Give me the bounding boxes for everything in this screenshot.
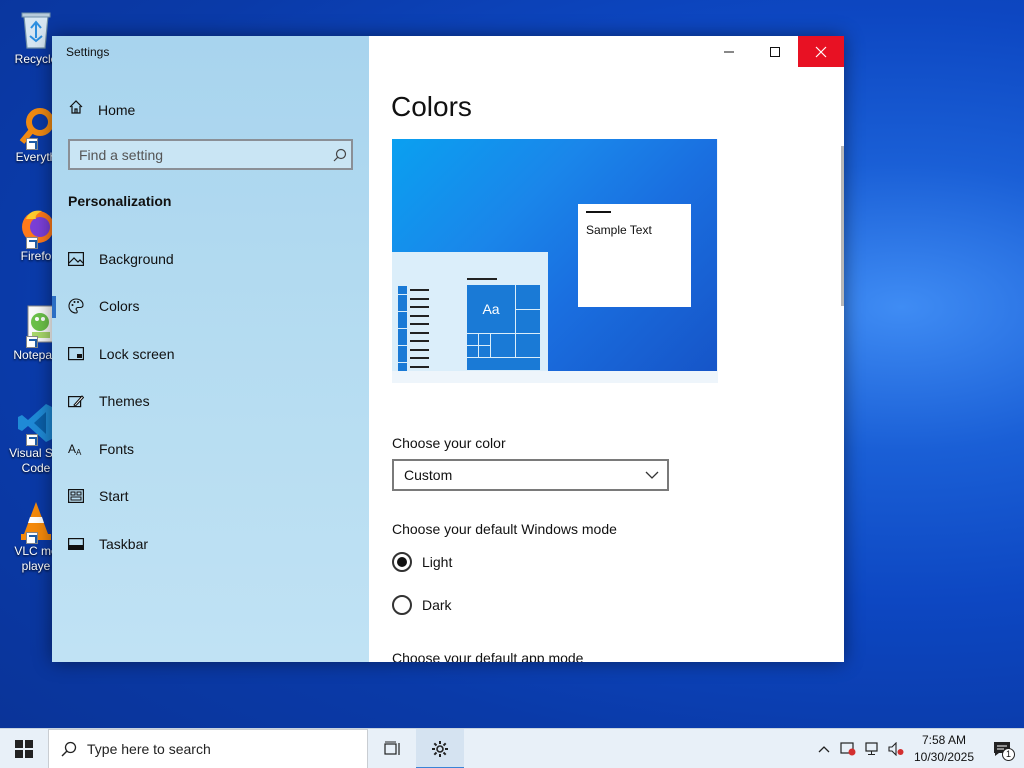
find-setting-input[interactable] (79, 146, 329, 163)
preview-tile-aa: Aa (467, 285, 515, 333)
taskbar-search-box[interactable]: Type here to search (48, 728, 368, 768)
nav-list: Background Colors Lock screen Themes A A… (52, 235, 369, 568)
windows-mode-label: Choose your default Windows mode (392, 521, 617, 537)
window-title: Settings (66, 45, 110, 59)
nav-home[interactable]: Home (68, 99, 135, 120)
home-icon (68, 99, 84, 120)
preview-app-list (398, 286, 429, 371)
content-pane: Colors Aa Sample Text Choose your color … (369, 36, 844, 662)
vlc-cone-icon (16, 500, 56, 544)
radio-dark[interactable] (392, 595, 412, 615)
app-mode-label: Choose your default app mode (392, 650, 584, 662)
windows-logo-icon (15, 739, 33, 758)
vscode-icon (16, 402, 56, 446)
nav-item-colors[interactable]: Colors (52, 283, 369, 331)
nav-item-label: Fonts (99, 440, 135, 457)
navigation-pane: Settings Home Personalization (52, 36, 369, 662)
nav-item-label: Start (99, 488, 129, 505)
system-tray: 7:58 AM 10/30/2025 1 (812, 729, 1024, 768)
taskbar-settings-app[interactable] (416, 728, 464, 768)
nav-item-lock-screen[interactable]: Lock screen (52, 330, 369, 378)
task-view-icon (384, 741, 400, 755)
search-icon (329, 148, 351, 162)
preview-tiles: Aa (467, 285, 542, 371)
nav-item-start[interactable]: Start (52, 473, 369, 521)
clock-date: 10/30/2025 (913, 750, 975, 764)
start-icon (68, 488, 84, 504)
nav-item-fonts[interactable]: AA Fonts (52, 425, 369, 473)
radio-light-label: Light (422, 554, 453, 570)
palette-icon (68, 298, 84, 314)
radio-dark-label: Dark (422, 597, 452, 613)
maximize-button[interactable] (752, 36, 798, 67)
nav-item-background[interactable]: Background (52, 235, 369, 283)
minimize-button[interactable] (706, 36, 752, 67)
radio-light[interactable] (392, 552, 412, 572)
choose-color-label: Choose your color (392, 435, 506, 451)
action-center-button[interactable]: 1 (980, 729, 1024, 768)
taskbar-clock[interactable]: 7:58 AM 10/30/2025 (908, 732, 980, 766)
svg-text:A: A (76, 448, 82, 457)
shortcut-arrow-icon (26, 532, 38, 544)
nav-item-label: Themes (99, 393, 150, 410)
choose-color-value: Custom (404, 467, 453, 483)
close-button[interactable] (798, 36, 844, 67)
find-setting-search[interactable] (68, 139, 353, 170)
nav-item-themes[interactable]: Themes (52, 378, 369, 426)
nav-item-label: Taskbar (99, 535, 149, 552)
chevron-down-icon (637, 471, 667, 479)
content-scrollbar[interactable] (841, 146, 844, 306)
windows-mode-dark[interactable]: Dark (392, 595, 452, 615)
taskbar-search-placeholder: Type here to search (87, 740, 211, 757)
nav-item-taskbar[interactable]: Taskbar (52, 520, 369, 568)
gear-icon (432, 740, 448, 757)
security-tray-button[interactable] (836, 729, 860, 768)
taskbar-icon (68, 536, 84, 552)
search-icon (61, 741, 77, 756)
chevron-up-icon (818, 746, 830, 753)
choose-color-dropdown[interactable]: Custom (392, 459, 669, 491)
clock-time: 7:58 AM (921, 733, 967, 747)
fonts-icon: AA (68, 441, 84, 457)
window-caption-buttons (706, 36, 844, 67)
preview-sample-window: Sample Text (578, 204, 691, 307)
shortcut-arrow-icon (26, 138, 38, 150)
network-tray-button[interactable] (860, 729, 884, 768)
task-view-button[interactable] (368, 729, 416, 768)
notification-count-badge: 1 (1002, 748, 1015, 761)
taskbar: Type here to search 7:58 AM 10/30/2025 1 (0, 728, 1024, 768)
minimize-icon (724, 51, 734, 52)
themes-icon (68, 393, 84, 409)
nav-item-label: Colors (99, 298, 140, 315)
volume-muted-icon (888, 742, 904, 756)
maximize-icon (770, 46, 780, 57)
recycle-bin-icon (16, 8, 56, 50)
nav-home-label: Home (98, 101, 136, 118)
volume-tray-button[interactable] (884, 729, 908, 768)
preview-tiles-heading (467, 278, 497, 280)
network-icon (865, 742, 878, 755)
windows-mode-light[interactable]: Light (392, 552, 452, 572)
color-preview: Aa Sample Text (392, 139, 718, 383)
lock-screen-icon (68, 346, 84, 362)
security-alert-icon (840, 742, 856, 756)
nav-item-label: Background (99, 250, 174, 267)
section-title: Personalization (68, 193, 172, 209)
firefox-icon (16, 205, 56, 249)
notepad-icon (16, 304, 56, 348)
page-title: Colors (391, 91, 472, 122)
settings-window: Settings Home Personalization (52, 36, 844, 662)
svg-text:A: A (68, 442, 76, 456)
close-icon (815, 46, 827, 57)
picture-icon (68, 251, 84, 267)
desktop: Recycle Everyth Firefo Notepad Visual St… (0, 0, 1024, 728)
preview-sample-text: Sample Text (586, 223, 652, 237)
show-hidden-icons-button[interactable] (812, 729, 836, 768)
start-button[interactable] (0, 729, 48, 768)
shortcut-arrow-icon (26, 237, 38, 249)
nav-item-label: Lock screen (99, 345, 175, 362)
shortcut-arrow-icon (26, 434, 38, 446)
shortcut-arrow-icon (26, 336, 38, 348)
magnifier-icon (16, 106, 56, 150)
